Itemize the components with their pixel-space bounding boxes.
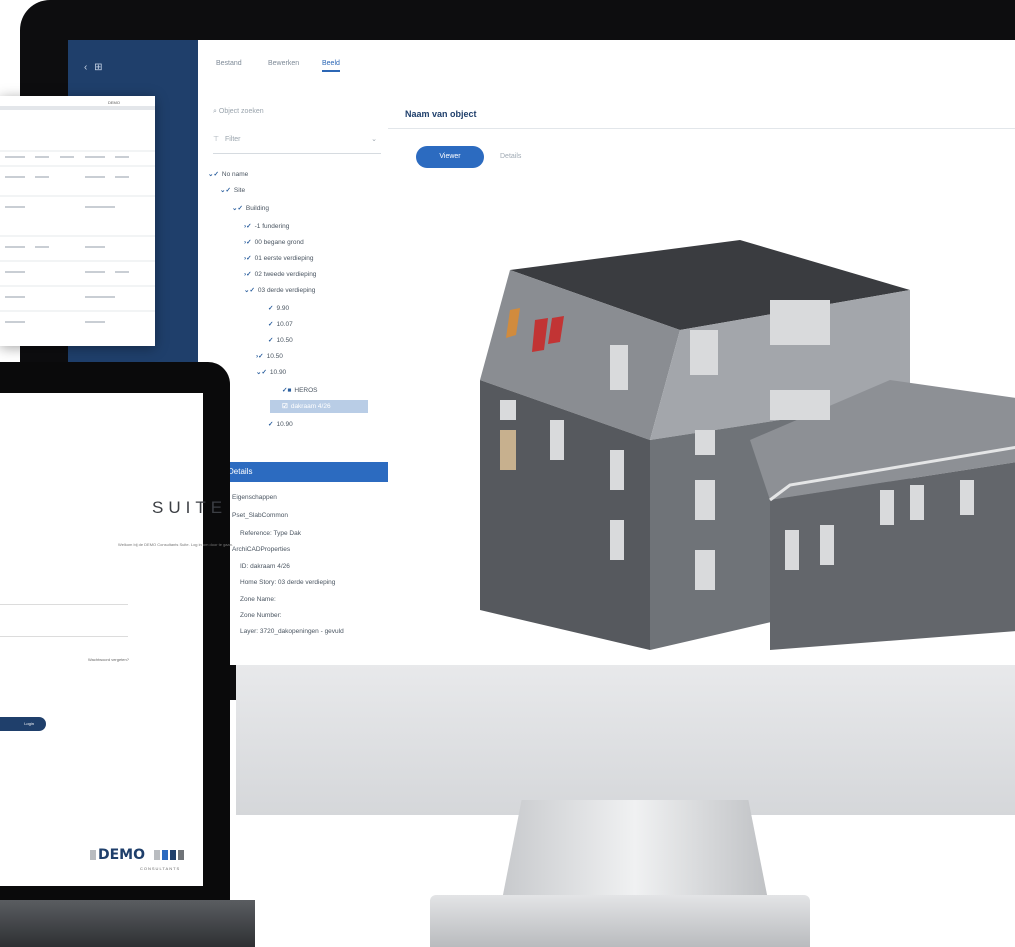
prop-row: Zone Number: — [240, 612, 282, 619]
tree-item[interactable]: ⌄✓ Building — [232, 204, 269, 212]
report-table — [0, 106, 155, 323]
app-header — [198, 40, 1015, 91]
forgot-password-link[interactable]: Wachtwoord vergeten? — [88, 657, 129, 662]
dormer-window — [690, 330, 718, 375]
check-icon: ⌄✓ — [256, 369, 267, 376]
window — [695, 480, 715, 520]
demo-consultants-logo: DEMO CONSULTANTS — [90, 842, 190, 882]
check-icon: ☑ — [282, 403, 288, 410]
window — [770, 390, 830, 420]
tab-bestand[interactable]: Bestand — [216, 60, 242, 67]
prop-row: ID: dakraam 4/26 — [240, 563, 290, 570]
search-placeholder: Object zoeken — [218, 108, 264, 115]
sidebar-nav-toggle[interactable]: ‹ ⊞ — [84, 62, 105, 73]
object-search-input[interactable]: ⌕ Object zoeken — [213, 108, 381, 124]
tree-item[interactable]: ✓ 9.90 — [268, 304, 289, 312]
login-subtitle: Welkom bij de DEMO Consultants Suite. Lo… — [118, 542, 234, 547]
check-icon: ⌄✓ — [232, 205, 243, 212]
filter-icon: ⊤ — [213, 136, 220, 143]
prop-row: Home Story: 03 derde verdieping — [240, 579, 336, 586]
logo-word: DEMO — [98, 847, 146, 863]
prop-row: ArchiCADProperties — [232, 546, 291, 553]
dormer-window — [610, 345, 628, 390]
report-header-label: DEMO — [108, 100, 120, 105]
check-icon: ›✓ — [244, 255, 252, 262]
prop-row: Eigenschappen — [232, 494, 277, 501]
tree-item[interactable]: ✓ 10.50 — [268, 336, 293, 344]
check-icon: ›✓ — [256, 353, 264, 360]
check-icon: ✓ — [268, 337, 274, 344]
window — [610, 520, 624, 560]
tab-beeld[interactable]: Beeld — [322, 60, 340, 72]
prop-row: Reference: Type Dak — [240, 530, 301, 537]
window — [820, 525, 834, 565]
window — [910, 485, 924, 520]
logo-subtitle: CONSULTANTS — [140, 866, 181, 871]
monitor-stand — [500, 800, 770, 910]
window — [695, 550, 715, 590]
report-sheet — [0, 96, 155, 346]
check-icon: ✓ — [268, 321, 274, 328]
tree-item[interactable]: ›✓ 10.50 — [256, 352, 283, 360]
building-3d-model[interactable] — [440, 230, 1015, 660]
tree-item[interactable]: ›✓ 00 begane grond — [244, 238, 304, 246]
object-title: Naam van object — [405, 109, 477, 119]
tree-item[interactable]: ›✓ -1 fundering — [244, 222, 289, 230]
tree-item[interactable]: ⌄✓ 03 derde verdieping — [244, 286, 315, 294]
window — [610, 450, 624, 490]
prop-row: Layer: 3720_dakopeningen - gevuld — [240, 628, 344, 635]
prop-row: Zone Name: — [240, 596, 276, 603]
window — [695, 430, 715, 455]
window — [500, 430, 516, 470]
prop-row: Pset_SlabCommon — [232, 512, 288, 519]
monitor-stand-base — [430, 895, 810, 947]
window — [550, 420, 564, 460]
tree-item[interactable]: ✓ 10.07 — [268, 320, 293, 328]
check-icon: ✓■ — [282, 387, 292, 394]
username-field[interactable] — [0, 604, 128, 605]
tree-item[interactable]: ⌄✓ No name — [208, 170, 248, 178]
divider — [388, 128, 1015, 129]
suite-title: SUITE — [152, 498, 228, 517]
viewer-tab-button[interactable]: Viewer — [416, 146, 484, 168]
filter-select[interactable]: ⊤ Filter ⌄ — [213, 135, 381, 154]
check-icon: ✓ — [268, 305, 274, 312]
chevron-down-icon: ⌄ — [371, 136, 377, 143]
check-icon: ✓ — [268, 421, 274, 428]
window — [960, 480, 974, 515]
check-icon: ›✓ — [244, 223, 252, 230]
tree-item-selected[interactable]: ☑ dakraam 4/26 — [282, 402, 331, 410]
tab-bewerken[interactable]: Bewerken — [268, 60, 299, 67]
tree-item[interactable]: ›✓ 02 tweede verdieping — [244, 270, 316, 278]
check-icon: ›✓ — [244, 271, 252, 278]
monitor-chin — [236, 665, 1015, 815]
window — [880, 490, 894, 525]
tree-item[interactable]: ✓■ HEROS — [282, 386, 318, 394]
filter-placeholder: Filter — [224, 136, 241, 143]
check-icon: ⌄✓ — [220, 187, 231, 194]
details-tab-button[interactable]: Details — [500, 153, 521, 160]
window — [500, 400, 516, 420]
password-field[interactable] — [0, 636, 128, 637]
tree-item[interactable]: ✓ 10.90 — [268, 420, 293, 428]
search-icon: ⌕ — [213, 108, 217, 115]
check-icon: ⌄✓ — [244, 287, 255, 294]
tree-item[interactable]: ›✓ 01 eerste verdieping — [244, 254, 314, 262]
laptop-screen — [0, 393, 203, 886]
window — [785, 530, 799, 570]
tree-item[interactable]: ⌄✓ 10.90 — [256, 368, 286, 376]
laptop-base — [0, 900, 255, 947]
login-button[interactable]: Login — [0, 717, 46, 731]
check-icon: ⌄✓ — [208, 171, 219, 178]
tree-item[interactable]: ⌄✓ Site — [220, 186, 245, 194]
dormer-window — [770, 300, 830, 345]
check-icon: ›✓ — [244, 239, 252, 246]
